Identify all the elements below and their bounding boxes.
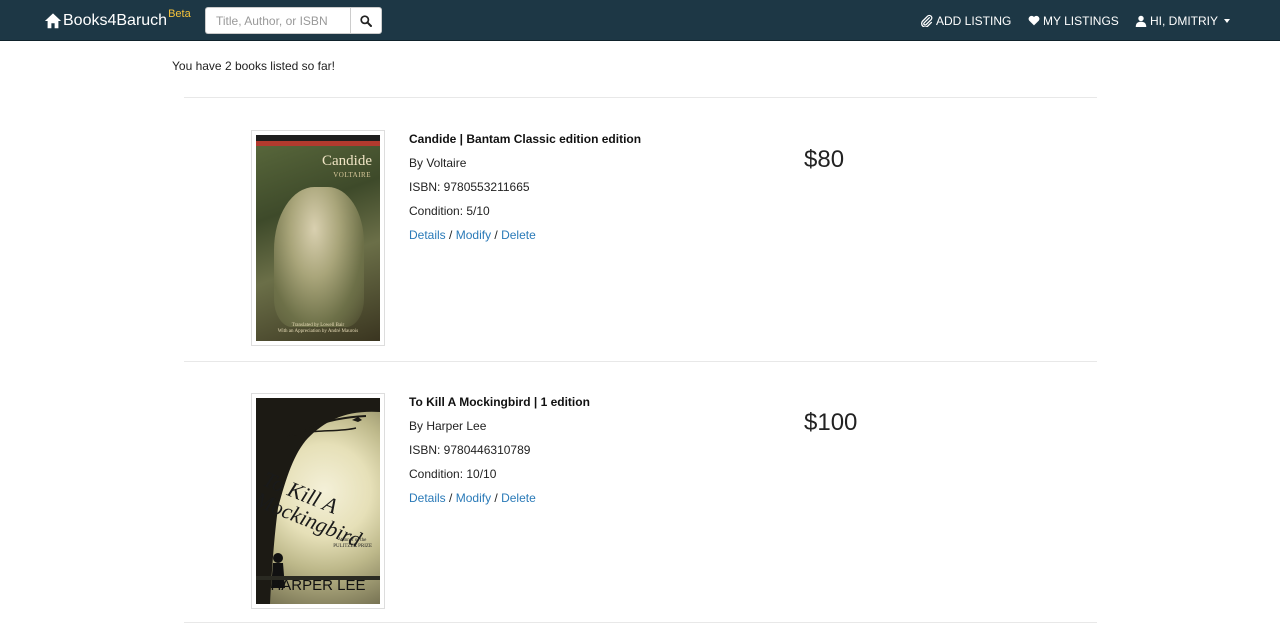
book-cover-candide: Candide VOLTAIRE Translated by Lowell Ba…	[256, 135, 380, 341]
user-icon	[1135, 15, 1147, 27]
delete-link[interactable]: Delete	[501, 491, 536, 505]
cover-award-line-2: PULITZER PRIZE	[333, 544, 372, 549]
search-button[interactable]	[350, 7, 382, 34]
listing-title: To Kill A Mockingbird | 1 edition	[409, 395, 590, 409]
modify-link[interactable]: Modify	[456, 228, 491, 242]
cover-award: Winner of the PULITZER PRIZE	[333, 538, 372, 550]
action-separator: /	[449, 228, 453, 242]
top-navbar: Books4BaruchBeta ADD LISTING MY LISTINGS…	[0, 0, 1280, 41]
cover-painting	[274, 187, 364, 327]
book-cover-mockingbird: To Kill A Mockingbird Winner of the PULI…	[256, 398, 380, 604]
home-icon	[44, 13, 62, 29]
add-listing-link[interactable]: ADD LISTING	[920, 0, 1011, 41]
brand-name: Books4Baruch	[63, 12, 168, 29]
user-menu-dropdown[interactable]: HI, DMITRIY	[1135, 0, 1230, 41]
cover-author: VOLTAIRE	[333, 171, 371, 179]
cover-band-accent	[256, 141, 380, 146]
modify-link[interactable]: Modify	[456, 491, 491, 505]
cover-credits: Translated by Lowell Bair With an Apprec…	[256, 323, 380, 335]
listing-info: To Kill A Mockingbird | 1 edition By Har…	[409, 394, 590, 506]
search-icon	[360, 14, 372, 27]
action-separator: /	[494, 228, 498, 242]
listing-isbn: ISBN: 9780553211665	[409, 180, 530, 194]
listing-title: Candide | Bantam Classic edition edition	[409, 132, 642, 146]
details-link[interactable]: Details	[409, 491, 446, 505]
listings-summary: You have 2 books listed so far!	[172, 59, 335, 73]
brand-home-link[interactable]: Books4Baruch Beta	[44, 8, 191, 32]
listing-author: By Harper Lee	[409, 419, 487, 433]
heart-icon	[1028, 15, 1040, 26]
my-listings-label: MY LISTINGS	[1043, 13, 1119, 28]
action-separator: /	[494, 491, 498, 505]
action-separator: /	[449, 491, 453, 505]
divider	[184, 361, 1097, 362]
my-listings-link[interactable]: MY LISTINGS	[1028, 0, 1119, 41]
delete-link[interactable]: Delete	[501, 228, 536, 242]
listing-actions: Details / Modify / Delete	[409, 490, 590, 506]
book-cover-link[interactable]: Candide VOLTAIRE Translated by Lowell Ba…	[251, 130, 385, 346]
listing-actions: Details / Modify / Delete	[409, 227, 641, 243]
details-link[interactable]: Details	[409, 228, 446, 242]
cover-author: HARPER LEE	[270, 577, 366, 594]
divider	[184, 622, 1097, 623]
chevron-down-icon	[1224, 18, 1230, 23]
listing-price: $80	[804, 146, 845, 173]
listing-info: Candide | Bantam Classic edition edition…	[409, 131, 641, 243]
search-input[interactable]	[205, 7, 350, 34]
cover-title: Candide	[322, 153, 372, 169]
search-form	[205, 7, 382, 34]
listing-isbn: ISBN: 9780446310789	[409, 443, 531, 457]
divider	[184, 97, 1097, 98]
add-listing-label: ADD LISTING	[936, 13, 1012, 28]
listing-price: $100	[804, 409, 858, 436]
cover-appreciation: With an Appreciation by André Maurois	[277, 329, 359, 334]
listing-author: By Voltaire	[409, 156, 467, 170]
user-greeting: HI, DMITRIY	[1150, 13, 1218, 28]
listing-condition: Condition: 5/10	[409, 204, 490, 218]
book-cover-link[interactable]: To Kill A Mockingbird Winner of the PULI…	[251, 393, 385, 609]
paperclip-icon	[921, 14, 933, 27]
beta-badge: Beta	[168, 8, 191, 20]
listing-condition: Condition: 10/10	[409, 467, 497, 481]
